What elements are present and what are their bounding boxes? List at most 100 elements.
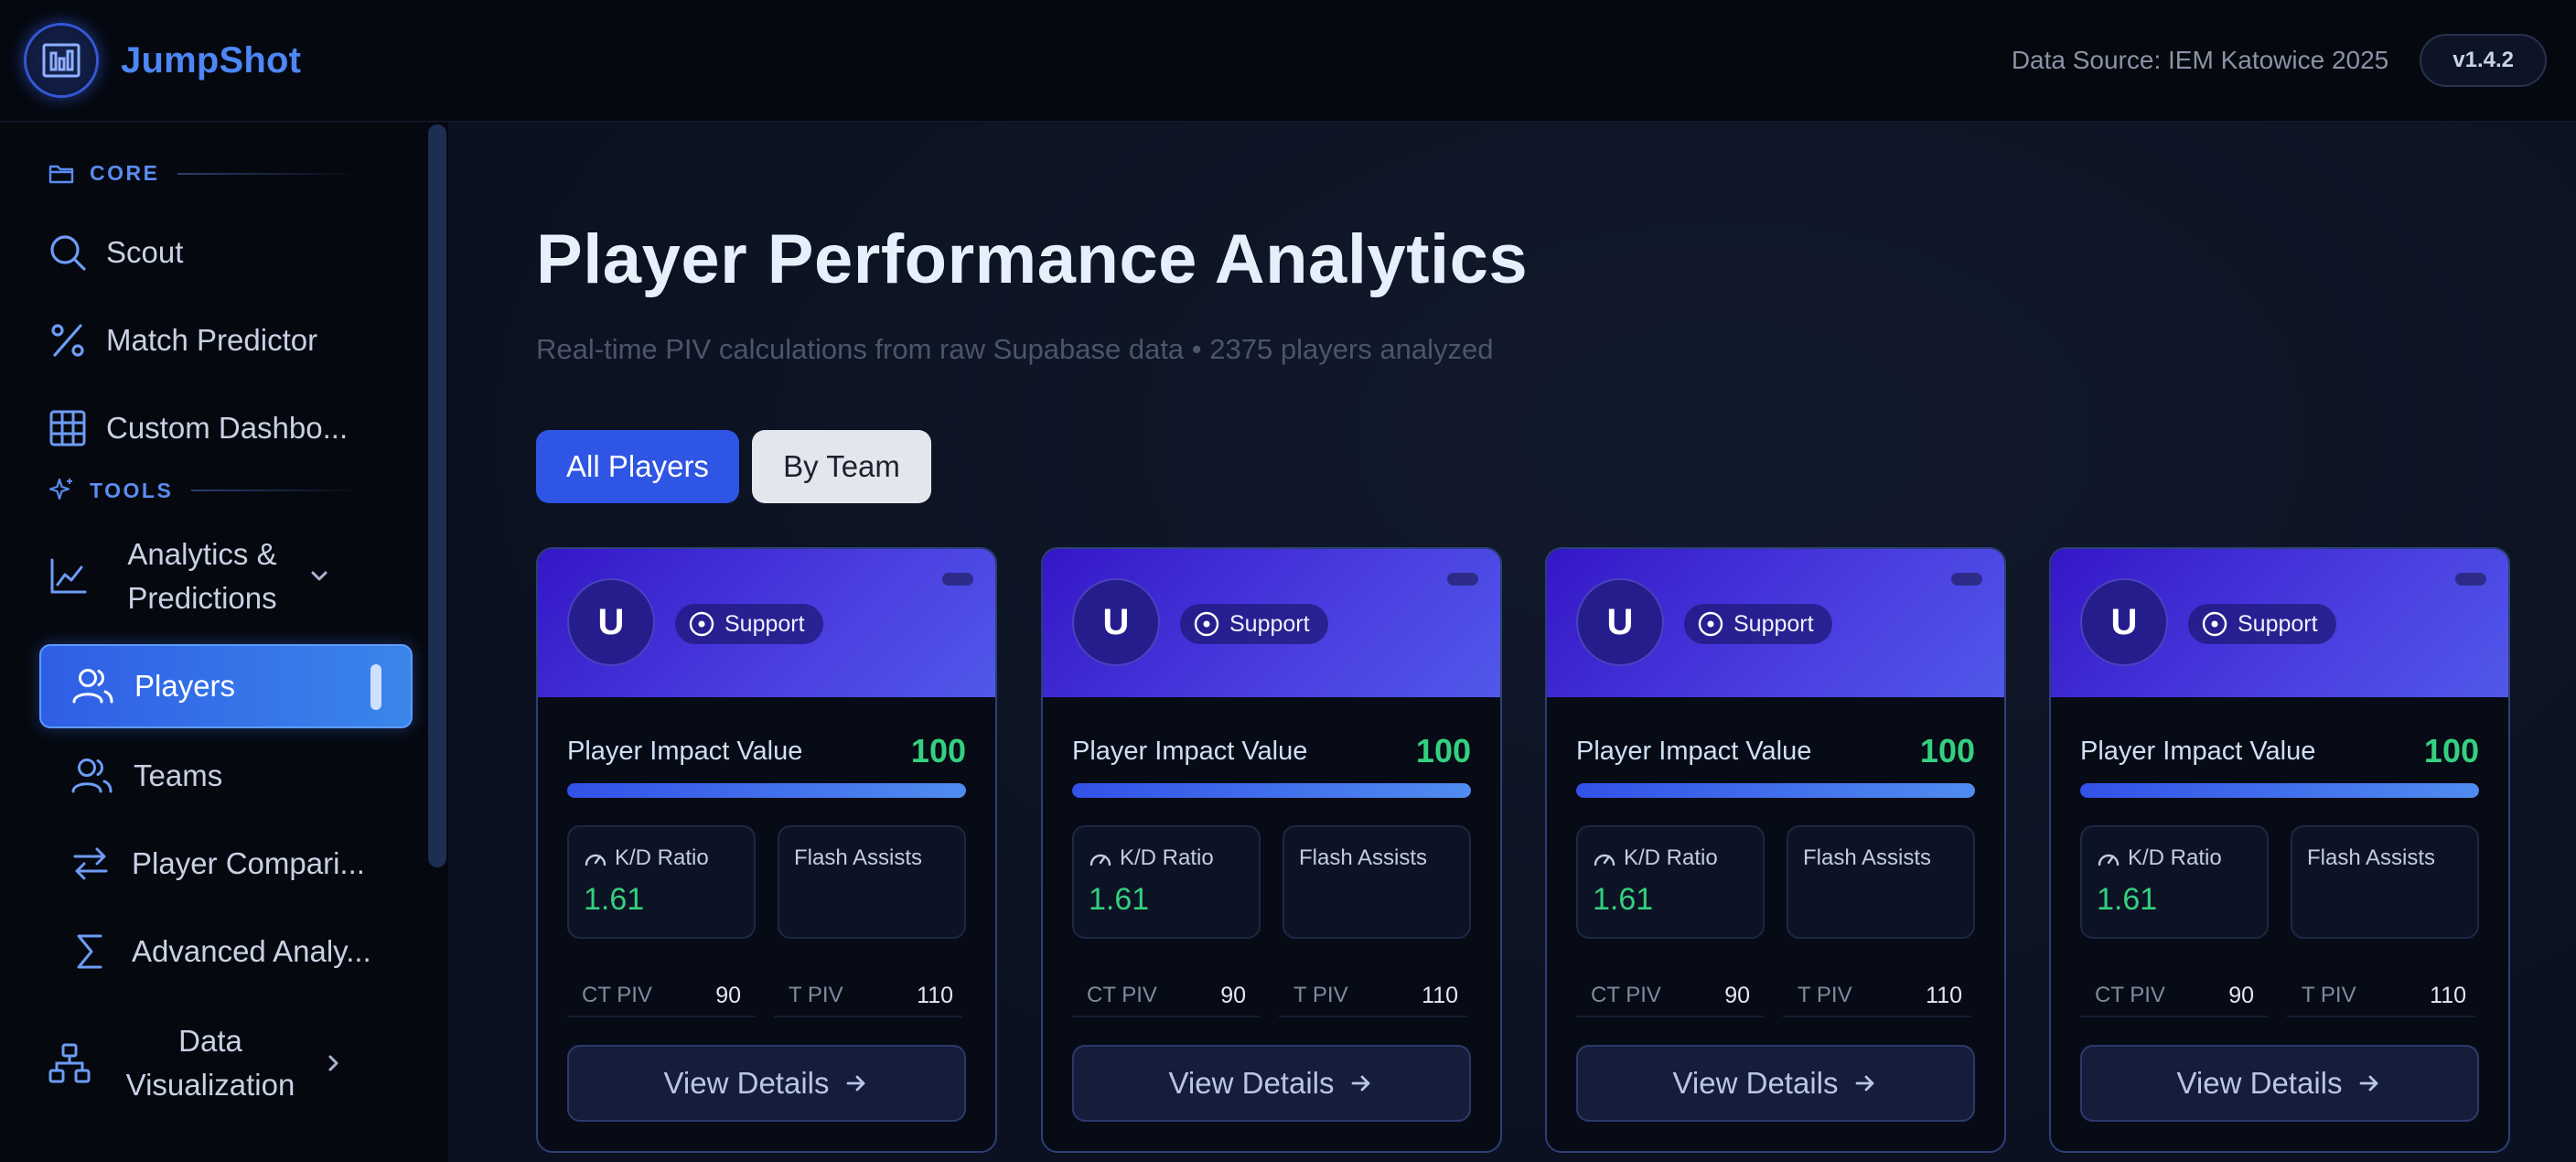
version-badge: v1.4.2 [2420, 34, 2547, 87]
t-piv-value: 110 [1926, 982, 1962, 1008]
kd-value: 1.61 [584, 882, 645, 917]
section-core-label: CORE [90, 161, 160, 185]
t-piv-row: T PIV 110 [2287, 975, 2475, 1017]
swap-arrows-icon [73, 847, 108, 880]
top-header: JumpShot Data Source: IEM Katowice 2025 … [0, 0, 2576, 122]
chart-line-icon [50, 558, 87, 594]
t-piv-label: T PIV [1293, 983, 1348, 1007]
view-details-button[interactable]: View Details [1072, 1045, 1471, 1122]
kd-ratio-box: K/D Ratio 1.61 [1072, 825, 1261, 939]
sidebar-item-teams[interactable]: Teams [70, 748, 222, 803]
flash-assists-label: Flash Assists [1299, 845, 1428, 870]
piv-progress-bar [1576, 783, 1975, 798]
sigma-icon [77, 934, 102, 969]
section-tools-label: TOOLS [90, 478, 174, 502]
role-label: Support [2238, 610, 2318, 637]
sidebar-item-players[interactable]: Players [39, 644, 413, 728]
section-tools: TOOLS [48, 477, 366, 504]
brand-name: JumpShot [121, 39, 302, 81]
role-badge: Support [2188, 604, 2336, 644]
bar-chart-logo-icon [24, 23, 99, 98]
card-header: U Support [538, 549, 995, 697]
piv-value: 100 [910, 732, 966, 769]
flash-assists-box: Flash Assists [2291, 825, 2479, 939]
data-source-label: Data Source: IEM Katowice 2025 [2011, 46, 2389, 74]
active-indicator [370, 664, 381, 710]
role-label: Support [724, 610, 805, 637]
target-icon [2202, 611, 2227, 637]
sidebar-item-player-comparison[interactable]: Player Compari... [70, 836, 365, 891]
logo[interactable]: JumpShot [24, 23, 301, 98]
t-piv-value: 110 [1422, 982, 1458, 1008]
ct-piv-value: 90 [715, 982, 741, 1008]
sidebar-item-custom-dashboard[interactable]: Custom Dashbo... [48, 401, 348, 456]
view-details-button[interactable]: View Details [1576, 1045, 1975, 1122]
kd-label: K/D Ratio [1624, 845, 1718, 870]
kd-value: 1.61 [2097, 882, 2158, 917]
sidebar-item-label-line1: Analytics & [127, 537, 277, 571]
view-details-button[interactable]: View Details [567, 1045, 966, 1122]
sidebar-item-analytics-predictions[interactable]: Analytics & Predictions [48, 531, 377, 622]
player-card[interactable]: U Support Player Impact Value 100 K/D Ra… [1041, 547, 1502, 1153]
t-piv-row: T PIV 110 [1279, 975, 1467, 1017]
sidebar-item-label: Scout [106, 235, 184, 269]
piv-progress-bar [567, 783, 966, 798]
chevron-down-icon [311, 571, 327, 581]
target-icon [1698, 611, 1723, 637]
piv-progress-bar [2080, 783, 2479, 798]
tab-all-players[interactable]: All Players [536, 430, 739, 503]
role-badge: Support [675, 604, 823, 644]
ct-piv-label: CT PIV [1087, 983, 1157, 1007]
sidebar-item-label-line2: Predictions [127, 581, 277, 615]
flash-assists-box: Flash Assists [778, 825, 966, 939]
sidebar-scrollbar[interactable] [428, 124, 446, 867]
view-details-button[interactable]: View Details [2080, 1045, 2479, 1122]
tab-by-team[interactable]: By Team [752, 430, 931, 503]
sidebar-item-scout[interactable]: Scout [48, 225, 183, 280]
gauge-icon [2098, 854, 2120, 866]
role-label: Support [1733, 610, 1814, 637]
page-title: Player Performance Analytics [536, 221, 1529, 298]
kd-label: K/D Ratio [2128, 845, 2222, 870]
ct-piv-value: 90 [2228, 982, 2254, 1008]
piv-progress-bar [1072, 783, 1471, 798]
player-card[interactable]: U Support Player Impact Value 100 K/D Ra… [2049, 547, 2510, 1153]
t-piv-row: T PIV 110 [1783, 975, 1971, 1017]
piv-progress-fill [1576, 783, 1975, 798]
t-piv-value: 110 [2430, 982, 2466, 1008]
piv-progress-fill [2080, 783, 2479, 798]
sparkles-icon [48, 478, 72, 500]
card-menu-pill[interactable] [942, 573, 973, 586]
sidebar-item-data-visualization[interactable]: Data Visualization [48, 1017, 359, 1109]
arrow-right-icon [2360, 1075, 2378, 1092]
percent-icon [51, 324, 84, 357]
t-piv-row: T PIV 110 [774, 975, 962, 1017]
sidebar-item-advanced-analytics[interactable]: Advanced Analy... [70, 924, 371, 979]
card-menu-pill[interactable] [1447, 573, 1478, 586]
role-label: Support [1229, 610, 1310, 637]
player-card[interactable]: U Support Player Impact Value 100 K/D Ra… [1545, 547, 2006, 1153]
avatar: U [1072, 578, 1160, 666]
arrow-right-icon [1856, 1075, 1874, 1092]
grid-icon [49, 410, 86, 447]
flash-assists-box: Flash Assists [1787, 825, 1975, 939]
card-menu-pill[interactable] [2455, 573, 2486, 586]
ct-piv-row: CT PIV 90 [2080, 975, 2269, 1017]
view-details-label: View Details [2176, 1066, 2343, 1100]
player-card[interactable]: U Support Player Impact Value 100 K/D Ra… [536, 547, 997, 1153]
search-icon [50, 235, 86, 271]
kd-value: 1.61 [1089, 882, 1150, 917]
arrow-right-icon [1352, 1075, 1370, 1092]
t-piv-value: 110 [917, 982, 953, 1008]
kd-ratio-box: K/D Ratio 1.61 [567, 825, 756, 939]
target-icon [1194, 611, 1219, 637]
piv-progress-fill [1072, 783, 1471, 798]
ct-piv-value: 90 [1724, 982, 1750, 1008]
sidebar-item-match-predictor[interactable]: Match Predictor [48, 313, 317, 368]
sidebar-item-label: Advanced Analy... [132, 934, 371, 968]
target-icon [689, 611, 714, 637]
card-header: U Support [2051, 549, 2508, 697]
card-menu-pill[interactable] [1951, 573, 1982, 586]
flash-assists-label: Flash Assists [794, 845, 923, 870]
flash-assists-box: Flash Assists [1283, 825, 1471, 939]
